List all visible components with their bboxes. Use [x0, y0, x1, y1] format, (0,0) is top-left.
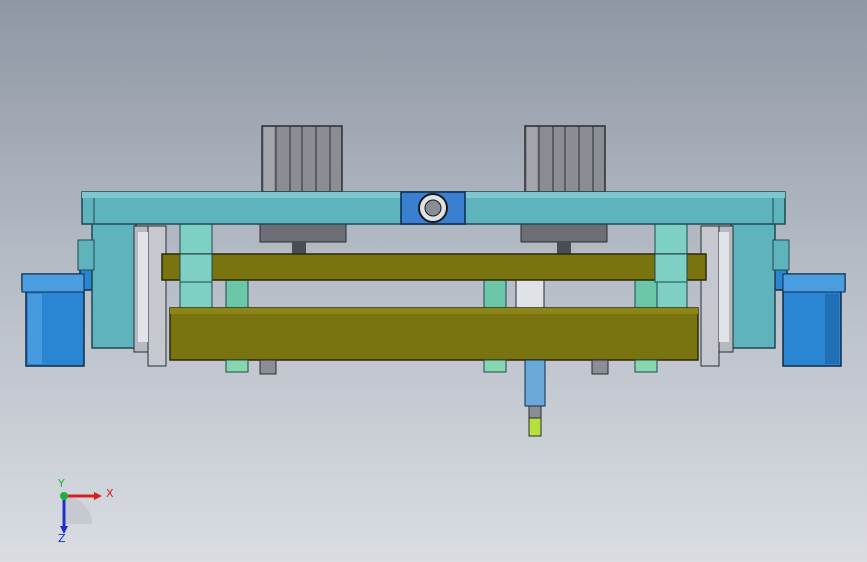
left-motor-mount	[259, 221, 347, 243]
y-axis-label: Y	[58, 477, 65, 490]
lower-plate	[169, 307, 699, 361]
left-cylinder	[21, 257, 93, 367]
left-motor	[261, 125, 343, 193]
y-axis	[60, 492, 68, 500]
bottom-fasteners	[225, 359, 658, 375]
orientation-triad: X Y Z	[44, 478, 124, 548]
right-side-block	[700, 221, 790, 367]
right-cylinder	[774, 257, 846, 367]
right-post-front	[654, 253, 688, 283]
left-side-block	[77, 221, 167, 367]
z-axis-label: Z	[58, 532, 66, 545]
lower-plate-edge	[170, 308, 698, 314]
upper-plate	[161, 253, 707, 281]
x-axis-label: X	[106, 487, 114, 500]
center-probe	[524, 359, 546, 437]
left-shaft	[292, 242, 306, 254]
right-motor-mount	[520, 221, 608, 243]
center-hub	[400, 191, 466, 225]
graphics-viewport[interactable]: X Y Z	[0, 0, 867, 562]
right-shaft	[557, 242, 571, 254]
right-motor	[524, 125, 606, 193]
assembly-model[interactable]	[0, 0, 867, 562]
left-post-front	[179, 253, 213, 283]
